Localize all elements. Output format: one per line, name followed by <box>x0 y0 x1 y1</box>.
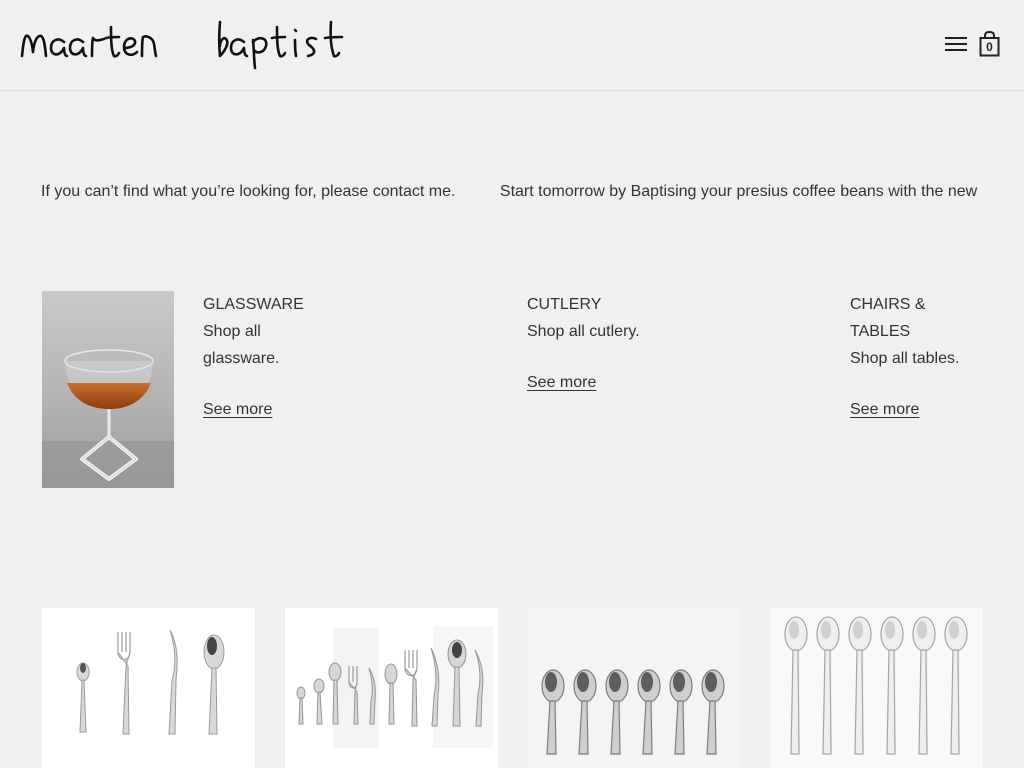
site-header: 0 <box>0 0 1024 91</box>
ticker-message: If you can’t find what you’re looking fo… <box>41 183 456 200</box>
product-card[interactable] <box>285 608 498 768</box>
cutlery-four-piece-set-image <box>76 629 225 735</box>
hamburger-menu-icon[interactable] <box>945 37 967 53</box>
product-card[interactable] <box>770 608 983 768</box>
see-more-link-chairs-tables[interactable]: See more <box>850 396 919 423</box>
cutlery-full-set-image <box>296 626 493 748</box>
category-title: CHAIRS & TABLES <box>850 296 926 340</box>
category-title: GLASSWARE <box>203 296 304 313</box>
category-description: Shop all cutlery. <box>527 323 640 340</box>
see-more-link-cutlery[interactable]: See more <box>527 369 596 396</box>
ticker-message: Start tomorrow by Baptising your presius… <box>499 183 978 200</box>
brand-logo[interactable] <box>20 18 362 70</box>
category-chairs-tables: CHAIRS & TABLES Shop all tables. See mor… <box>850 291 982 423</box>
category-title: CUTLERY <box>527 296 602 313</box>
product-card[interactable] <box>42 608 255 768</box>
category-cutlery: CUTLERY Shop all cutlery. See more <box>527 291 727 396</box>
category-description: Shop all tables. <box>850 350 960 367</box>
long-spoons-six-image <box>784 616 968 755</box>
announcement-ticker: If you can’t find what you’re looking fo… <box>41 183 982 205</box>
glassware-image[interactable] <box>42 291 174 488</box>
product-card[interactable] <box>527 608 740 768</box>
glass-photo-illustration <box>42 291 174 488</box>
see-more-link-glassware[interactable]: See more <box>203 396 272 423</box>
category-description: Shop all glassware. <box>203 323 280 367</box>
shopping-bag-icon[interactable]: 0 <box>979 30 1000 57</box>
handwritten-logo-icon <box>20 20 344 70</box>
espresso-spoons-six-image <box>541 669 725 755</box>
category-glassware: GLASSWARE Shop all glassware. See more <box>203 291 323 423</box>
cart-count-badge: 0 <box>986 40 993 54</box>
